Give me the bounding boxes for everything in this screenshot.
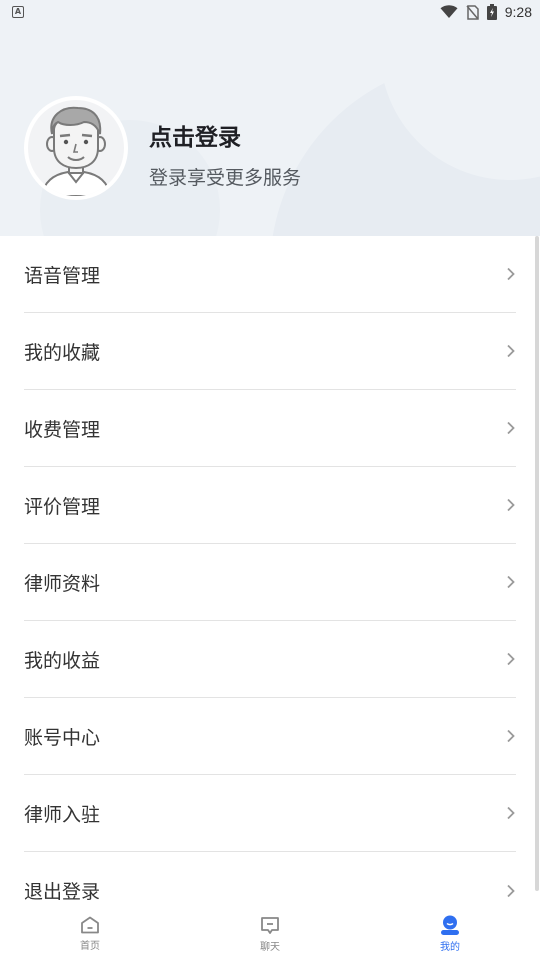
login-subtitle: 登录享受更多服务 bbox=[149, 167, 302, 189]
app-notification-icon: A bbox=[12, 6, 24, 18]
menu-item-lawyer-join[interactable]: 律师入驻 bbox=[24, 775, 516, 852]
profile-icon bbox=[441, 915, 459, 935]
menu-item-earnings[interactable]: 我的收益 bbox=[24, 621, 516, 698]
menu-item-favorites[interactable]: 我的收藏 bbox=[24, 313, 516, 390]
tab-label: 首页 bbox=[80, 941, 100, 952]
menu-item-label: 退出登录 bbox=[24, 881, 101, 903]
wifi-icon bbox=[440, 5, 458, 18]
tab-chat[interactable]: 聊天 bbox=[180, 908, 360, 960]
status-bar: A 9:28 bbox=[0, 0, 540, 24]
menu-item-label: 律师资料 bbox=[24, 572, 101, 595]
menu-item-label: 语音管理 bbox=[24, 264, 101, 287]
chevron-right-icon bbox=[507, 498, 515, 512]
chevron-right-icon bbox=[507, 267, 515, 281]
menu-item-label: 我的收藏 bbox=[24, 341, 101, 364]
scrollbar[interactable] bbox=[535, 236, 539, 891]
menu-item-label: 收费管理 bbox=[24, 418, 101, 441]
menu-item-label: 评价管理 bbox=[24, 495, 101, 518]
menu-item-fee-management[interactable]: 收费管理 bbox=[24, 390, 516, 467]
bottom-tab-bar: 首页 聊天 我的 bbox=[0, 908, 540, 960]
tab-label: 我的 bbox=[440, 942, 460, 953]
menu-item-review-management[interactable]: 评价管理 bbox=[24, 467, 516, 544]
menu-item-label: 律师入驻 bbox=[24, 803, 101, 826]
menu-item-label: 我的收益 bbox=[24, 649, 101, 672]
tab-label: 聊天 bbox=[260, 941, 280, 953]
chevron-right-icon bbox=[507, 652, 515, 666]
menu-list: 语音管理 我的收藏 收费管理 评价管理 律师资料 我的收益 账号中心 律师入驻 … bbox=[0, 236, 540, 929]
chevron-right-icon bbox=[507, 344, 515, 358]
chevron-right-icon bbox=[507, 806, 515, 820]
chevron-right-icon bbox=[507, 575, 515, 589]
menu-item-label: 账号中心 bbox=[24, 726, 101, 749]
tab-profile[interactable]: 我的 bbox=[360, 908, 540, 960]
home-icon bbox=[81, 916, 99, 934]
menu-item-account-center[interactable]: 账号中心 bbox=[24, 698, 516, 775]
chevron-right-icon bbox=[507, 884, 515, 897]
chevron-right-icon bbox=[507, 421, 515, 435]
chevron-right-icon bbox=[507, 729, 515, 743]
login-title[interactable]: 点击登录 bbox=[149, 118, 241, 152]
default-avatar-icon bbox=[28, 100, 124, 196]
no-sim-icon bbox=[466, 4, 479, 20]
status-time: 9:28 bbox=[504, 4, 532, 20]
menu-item-lawyer-profile[interactable]: 律师资料 bbox=[24, 544, 516, 621]
menu-item-voice-management[interactable]: 语音管理 bbox=[24, 236, 516, 313]
tab-home[interactable]: 首页 bbox=[0, 908, 180, 960]
avatar[interactable] bbox=[24, 96, 128, 200]
battery-charging-icon bbox=[486, 4, 497, 20]
chat-icon bbox=[261, 916, 279, 934]
